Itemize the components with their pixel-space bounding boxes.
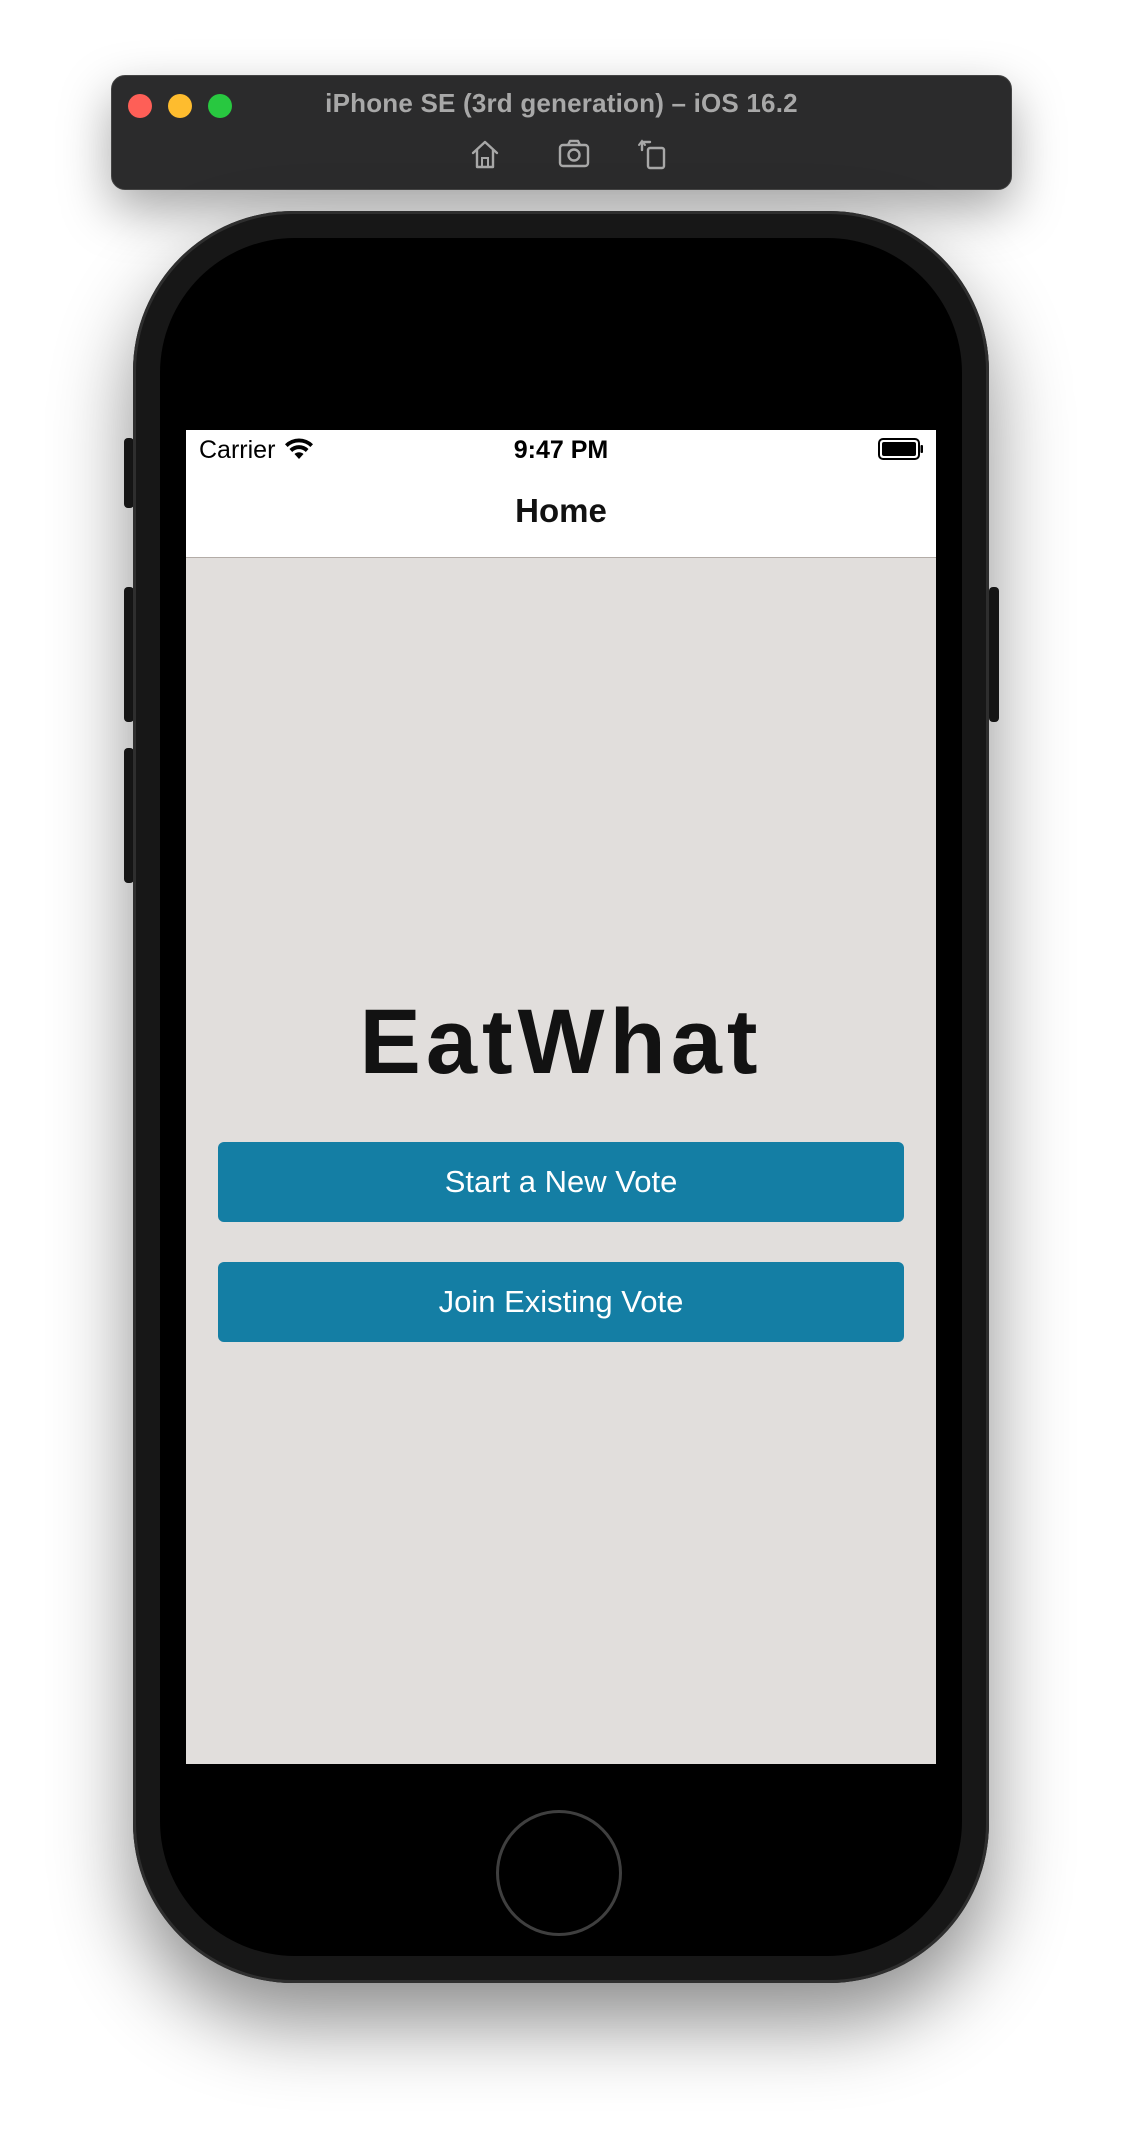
simulator-toolbar (112, 136, 1011, 172)
status-bar: Carrier 9:47 PM (186, 430, 936, 470)
app-screen: Carrier 9:47 PM Home EatWhat Start a New… (186, 430, 936, 1764)
navigation-bar: Home (186, 470, 936, 558)
rotate-icon[interactable] (636, 136, 672, 172)
screenshot-icon[interactable] (556, 136, 592, 172)
power-button (989, 587, 999, 722)
simulator-title: iPhone SE (3rd generation) – iOS 16.2 (325, 88, 798, 118)
app-title: EatWhat (359, 991, 763, 1093)
nav-title: Home (515, 492, 607, 529)
battery-icon (878, 438, 923, 460)
simulator-window: iPhone SE (3rd generation) – iOS 16.2 (111, 75, 1012, 190)
home-button[interactable] (496, 1810, 622, 1936)
home-icon[interactable] (467, 136, 503, 172)
join-existing-vote-button[interactable]: Join Existing Vote (218, 1262, 904, 1342)
status-time: 9:47 PM (513, 436, 609, 464)
screenshot: iPhone SE (3rd generation) – iOS 16.2 Ca… (0, 0, 1122, 2134)
start-new-vote-button[interactable]: Start a New Vote (218, 1142, 904, 1222)
